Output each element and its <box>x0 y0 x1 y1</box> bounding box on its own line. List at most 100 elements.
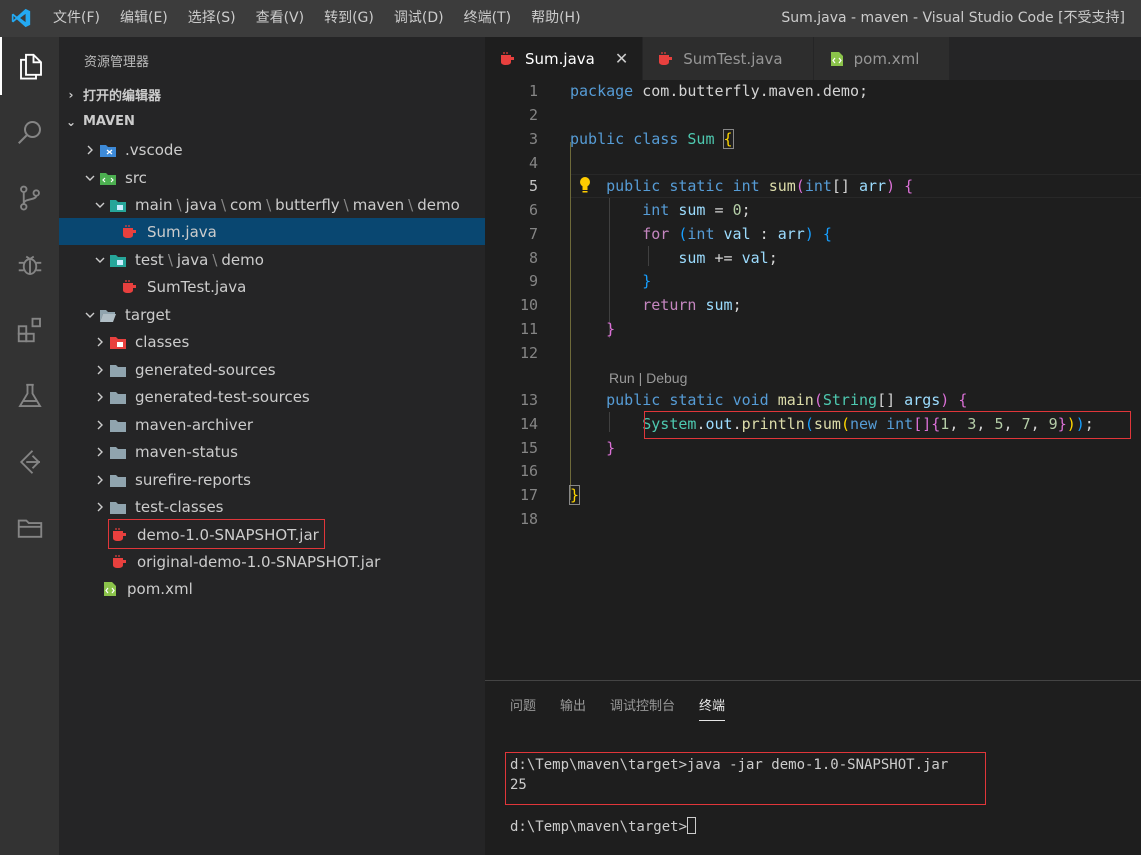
search-icon[interactable] <box>0 103 59 161</box>
line-number: 17 <box>519 486 538 504</box>
tree-item-generated-sources[interactable]: generated-sources <box>59 356 485 383</box>
tree-item-pom[interactable]: pom.xml <box>59 575 485 602</box>
tab-label: SumTest.java <box>683 49 783 68</box>
highlight-box <box>505 752 986 805</box>
classes-folder-icon <box>109 334 127 350</box>
folder-icon <box>109 444 127 460</box>
code-line: public class Sum { <box>570 129 734 149</box>
folder-icon <box>109 499 127 515</box>
tree-item-label: classes <box>135 332 190 351</box>
menu-help[interactable]: 帮助(H) <box>521 0 590 37</box>
line-number: 5 <box>528 177 538 195</box>
tree-item-label: pom.xml <box>127 579 193 598</box>
line-number: 8 <box>528 249 538 267</box>
path-segment: java <box>185 195 217 214</box>
chevron-right-icon <box>91 391 109 403</box>
tree-item-test-path[interactable]: test \ java \ demo <box>59 246 485 273</box>
path-segment: demo <box>221 250 264 269</box>
code-line: return sum; <box>642 296 742 314</box>
chevron-down-icon <box>91 200 109 210</box>
chevron-right-icon <box>81 144 99 156</box>
remote-icon[interactable] <box>0 433 59 491</box>
line-number: 11 <box>519 320 538 338</box>
tab-sum-java[interactable]: Sum.java ✕ <box>485 37 644 80</box>
highlight-box <box>108 519 325 549</box>
line-number: 2 <box>528 106 538 124</box>
folder-icon <box>109 389 127 405</box>
tree-item-vscode[interactable]: .vscode <box>59 136 485 163</box>
tab-label: pom.xml <box>853 49 920 68</box>
menu-debug[interactable]: 调试(D) <box>384 0 454 37</box>
code-line: } <box>606 320 616 338</box>
activity-bar <box>0 37 59 855</box>
menu-terminal[interactable]: 终端(T) <box>454 0 521 37</box>
tab-debug-console[interactable]: 调试控制台 <box>610 695 675 721</box>
extensions-icon[interactable] <box>0 301 59 359</box>
chevron-down-icon <box>91 255 109 265</box>
bottom-panel: 问题 输出 调试控制台 终端 d:\Temp\maven\target>java… <box>485 680 1141 855</box>
vscode-folder-icon <box>99 142 117 158</box>
test-icon[interactable] <box>0 367 59 425</box>
lightbulb-icon[interactable] <box>578 176 592 194</box>
tree-item-sum-java[interactable]: Sum.java <box>59 218 485 245</box>
java-file-icon <box>121 224 139 240</box>
tree-item-original-jar[interactable]: original-demo-1.0-SNAPSHOT.jar <box>59 548 485 575</box>
chevron-right-icon: › <box>68 87 74 102</box>
line-number: 16 <box>519 462 538 480</box>
terminal-prompt: d:\Temp\maven\target> <box>510 819 688 835</box>
tree-item-label: test-classes <box>135 497 224 516</box>
code-line: } <box>606 439 616 457</box>
menu-view[interactable]: 查看(V) <box>246 0 315 37</box>
tree-item-maven-archiver[interactable]: maven-archiver <box>59 411 485 438</box>
terminal-prompt-line[interactable]: d:\Temp\maven\target> <box>510 817 697 835</box>
code-line: for (int val : arr) { <box>642 225 832 243</box>
tree-item-target[interactable]: target <box>59 301 485 328</box>
menu-go[interactable]: 转到(G) <box>314 0 384 37</box>
open-editors-header[interactable]: › 打开的编辑器 <box>59 81 485 108</box>
src-folder-icon <box>99 170 117 186</box>
folder-icon[interactable] <box>0 499 59 557</box>
chevron-right-icon <box>91 446 109 458</box>
tree-item-label: generated-test-sources <box>135 387 310 406</box>
tree-item-maven-status[interactable]: maven-status <box>59 438 485 465</box>
tree-item-test-classes[interactable]: test-classes <box>59 493 485 520</box>
tree-item-generated-test-sources[interactable]: generated-test-sources <box>59 383 485 410</box>
tree-item-main-path[interactable]: main \ java \ com \ butterfly \ maven \ demo <box>59 191 485 218</box>
line-number: 13 <box>519 391 538 409</box>
line-number: 12 <box>519 344 538 362</box>
code-line: sum += val; <box>678 249 778 267</box>
tree-item-label: original-demo-1.0-SNAPSHOT.jar <box>137 552 381 571</box>
path-segment: butterfly <box>275 195 340 214</box>
line-number: 4 <box>528 154 538 172</box>
path-segment: com <box>230 195 263 214</box>
menu-file[interactable]: 文件(F) <box>43 0 110 37</box>
tab-sumtest-java[interactable]: SumTest.java <box>643 37 814 80</box>
debug-icon[interactable] <box>0 235 59 293</box>
codelens-run-debug[interactable]: Run | Debug <box>609 370 687 386</box>
menu-edit[interactable]: 编辑(E) <box>110 0 178 37</box>
tree-item-surefire-reports[interactable]: surefire-reports <box>59 466 485 493</box>
tab-problems[interactable]: 问题 <box>510 695 536 721</box>
java-file-icon <box>499 51 517 67</box>
tree-item-src[interactable]: src <box>59 164 485 191</box>
java-file-icon <box>657 51 675 67</box>
line-number: 14 <box>519 415 538 433</box>
chevron-right-icon <box>91 501 109 513</box>
close-icon[interactable]: ✕ <box>615 49 628 68</box>
source-control-icon[interactable] <box>0 169 59 227</box>
tab-pom-xml[interactable]: pom.xml <box>813 37 951 80</box>
chevron-down-icon: ⌄ <box>65 114 77 129</box>
menu-selection[interactable]: 选择(S) <box>178 0 246 37</box>
tree-item-classes[interactable]: classes <box>59 328 485 355</box>
code-editor[interactable]: 1 2 3 4 5 6 7 8 9 10 11 12 13 14 15 16 1… <box>485 80 1141 680</box>
explorer-icon[interactable] <box>0 37 59 95</box>
tab-terminal[interactable]: 终端 <box>699 695 726 721</box>
project-header[interactable]: ⌄ MAVEN <box>59 108 485 135</box>
tree-item-label: maven-status <box>135 442 238 461</box>
tree-item-sumtest-java[interactable]: SumTest.java <box>59 273 485 300</box>
project-label: MAVEN <box>83 114 135 129</box>
tab-output[interactable]: 输出 <box>560 695 586 721</box>
tree-item-label: generated-sources <box>135 360 276 379</box>
path-segment: demo <box>417 195 460 214</box>
tree-item-label: src <box>125 168 147 187</box>
